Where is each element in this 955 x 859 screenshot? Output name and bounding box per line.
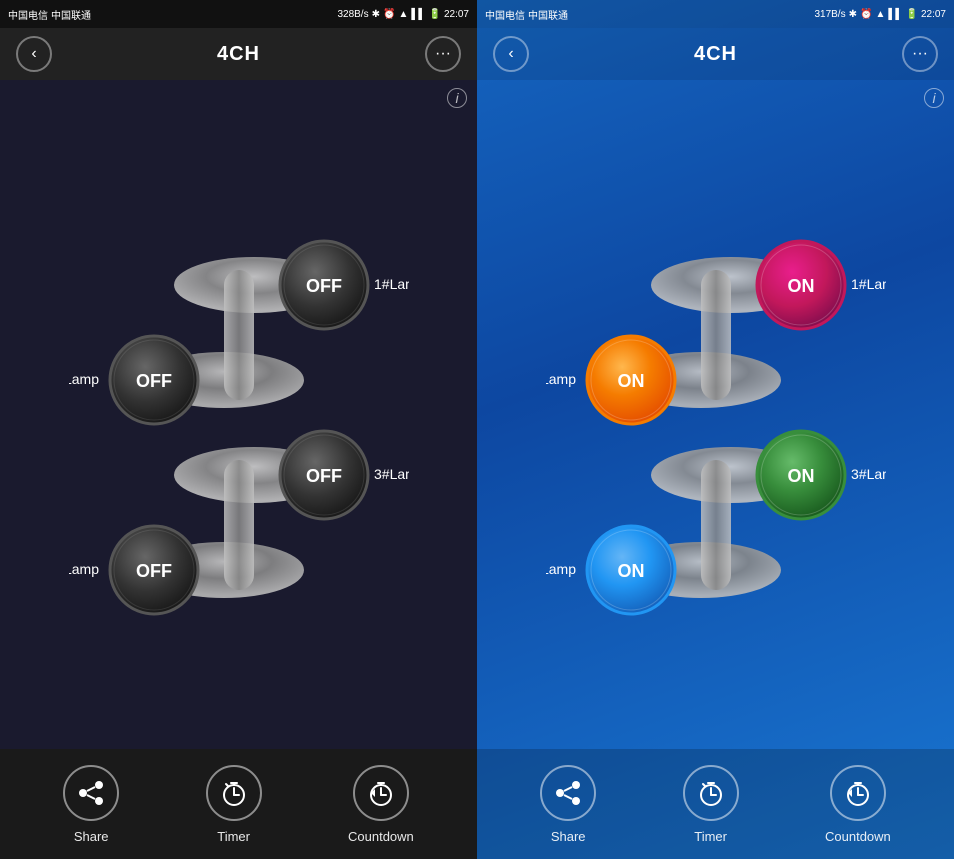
speed-blue: 317B/s <box>814 9 845 20</box>
blue-panel: 中国电信 中国联通 317B/s ✱ ⏰ ▲ ▌▌ 🔋 22:07 ‹ 4CH … <box>477 0 954 859</box>
time-dark: 22:07 <box>444 9 469 20</box>
switch-cluster-dark: OFF 1#Lamp OFF 2#Lamp OFF 3#Lamp OFF <box>0 80 477 749</box>
svg-text:OFF: OFF <box>306 466 342 486</box>
wifi-icon-dark: ▲ <box>398 9 408 20</box>
signal-icon-dark: ▌▌ <box>411 9 425 20</box>
signal-icon-blue: ▌▌ <box>888 9 902 20</box>
svg-text:1#Lamp: 1#Lamp <box>851 276 886 292</box>
countdown-label-dark: Countdown <box>348 829 414 844</box>
more-button-blue[interactable]: ··· <box>902 36 938 72</box>
countdown-button-blue[interactable]: Countdown <box>825 765 891 844</box>
svg-text:3#Lamp: 3#Lamp <box>374 466 409 482</box>
svg-text:ON: ON <box>787 276 814 296</box>
alarm-icon-blue: ⏰ <box>860 9 872 20</box>
timer-button-dark[interactable]: Timer <box>206 765 262 844</box>
svg-text:OFF: OFF <box>306 276 342 296</box>
status-bar-dark: 中国电信 中国联通 328B/s ✱ ⏰ ▲ ▌▌ 🔋 22:07 <box>0 0 477 28</box>
countdown-label-blue: Countdown <box>825 829 891 844</box>
bt-icon-dark: ✱ <box>372 9 380 20</box>
share-button-dark[interactable]: Share <box>63 765 119 844</box>
carrier2-blue: 中国联通 <box>528 7 568 22</box>
status-bar-blue: 中国电信 中国联通 317B/s ✱ ⏰ ▲ ▌▌ 🔋 22:07 <box>477 0 954 28</box>
carrier1-dark: 中国电信 <box>8 7 48 22</box>
carrier2-dark: 中国联通 <box>51 7 91 22</box>
countdown-icon-dark <box>353 765 409 821</box>
top-bar-dark: ‹ 4CH ··· <box>0 28 477 80</box>
status-right-dark: 328B/s ✱ ⏰ ▲ ▌▌ 🔋 22:07 <box>337 9 469 20</box>
timer-label-dark: Timer <box>217 829 250 844</box>
share-label-dark: Share <box>74 829 109 844</box>
dark-panel: 中国电信 中国联通 328B/s ✱ ⏰ ▲ ▌▌ 🔋 22:07 ‹ 4CH … <box>0 0 477 859</box>
svg-text:4#Lamp: 4#Lamp <box>69 561 99 577</box>
svg-text:ON: ON <box>617 371 644 391</box>
svg-text:2#Lamp: 2#Lamp <box>546 371 576 387</box>
countdown-button-dark[interactable]: Countdown <box>348 765 414 844</box>
title-blue: 4CH <box>694 43 737 66</box>
back-button-dark[interactable]: ‹ <box>16 36 52 72</box>
back-button-blue[interactable]: ‹ <box>493 36 529 72</box>
svg-text:4#Lamp: 4#Lamp <box>546 561 576 577</box>
status-carrier-blue: 中国电信 中国联通 <box>485 7 568 22</box>
share-button-blue[interactable]: Share <box>540 765 596 844</box>
main-content-blue: ON 1#Lamp ON 2#Lamp ON 3#Lamp ON 4#Lamp <box>477 80 954 749</box>
timer-label-blue: Timer <box>694 829 727 844</box>
alarm-icon-dark: ⏰ <box>383 9 395 20</box>
bottom-bar-blue: Share Timer <box>477 749 954 859</box>
top-bar-blue: ‹ 4CH ··· <box>477 28 954 80</box>
more-button-dark[interactable]: ··· <box>425 36 461 72</box>
share-icon-blue <box>540 765 596 821</box>
bt-icon-blue: ✱ <box>849 9 857 20</box>
countdown-icon-blue <box>830 765 886 821</box>
status-right-blue: 317B/s ✱ ⏰ ▲ ▌▌ 🔋 22:07 <box>814 9 946 20</box>
cluster-svg-dark: OFF 1#Lamp OFF 2#Lamp OFF 3#Lamp OFF <box>69 185 409 645</box>
carrier1-blue: 中国电信 <box>485 7 525 22</box>
status-carrier-dark: 中国电信 中国联通 <box>8 7 91 22</box>
battery-icon-blue: 🔋 <box>906 9 918 20</box>
svg-text:3#Lamp: 3#Lamp <box>851 466 886 482</box>
title-dark: 4CH <box>217 43 260 66</box>
timer-icon-dark <box>206 765 262 821</box>
time-blue: 22:07 <box>921 9 946 20</box>
svg-text:OFF: OFF <box>136 561 172 581</box>
svg-text:ON: ON <box>787 466 814 486</box>
main-content-dark: OFF 1#Lamp OFF 2#Lamp OFF 3#Lamp OFF <box>0 80 477 749</box>
svg-text:1#Lamp: 1#Lamp <box>374 276 409 292</box>
svg-text:ON: ON <box>617 561 644 581</box>
share-label-blue: Share <box>551 829 586 844</box>
battery-icon-dark: 🔋 <box>429 9 441 20</box>
svg-text:OFF: OFF <box>136 371 172 391</box>
cluster-svg-blue: ON 1#Lamp ON 2#Lamp ON 3#Lamp ON 4#Lamp <box>546 185 886 645</box>
timer-icon-blue <box>683 765 739 821</box>
share-icon-dark <box>63 765 119 821</box>
bottom-bar-dark: Share Timer <box>0 749 477 859</box>
svg-text:2#Lamp: 2#Lamp <box>69 371 99 387</box>
wifi-icon-blue: ▲ <box>875 9 885 20</box>
speed-dark: 328B/s <box>337 9 368 20</box>
timer-button-blue[interactable]: Timer <box>683 765 739 844</box>
switch-cluster-blue: ON 1#Lamp ON 2#Lamp ON 3#Lamp ON 4#Lamp <box>477 80 954 749</box>
